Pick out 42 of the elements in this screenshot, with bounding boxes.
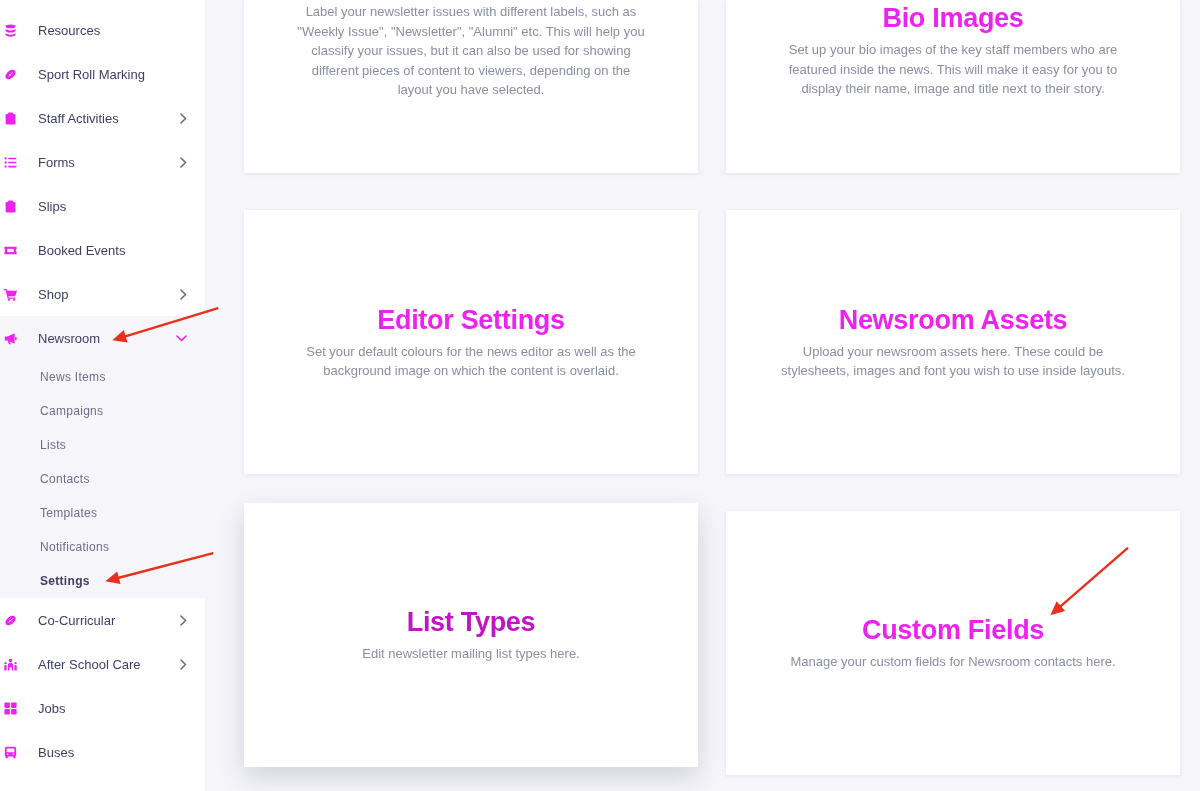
card-description: Label your newsletter issues with different labels, such as "Weekly Issue", "Newsletter", "Alumni" etc. This will help you classify your issues, but it can also be used for showing different pieces of content to viewers, depending on the layout you have selected. bbox=[296, 3, 646, 99]
sidebar-item[interactable]: Booked Events bbox=[0, 228, 205, 272]
card-title: Editor Settings bbox=[377, 303, 565, 336]
sidebar-item[interactable]: Jobs bbox=[0, 686, 205, 730]
submenu-item[interactable]: Templates bbox=[0, 496, 205, 530]
sidebar-item[interactable]: Resources bbox=[0, 8, 205, 52]
football-icon bbox=[4, 67, 17, 81]
submenu-item[interactable]: Settings bbox=[0, 564, 205, 598]
card-description: Set your default colours for the news editor as well as the background image on which the content is overlaid. bbox=[305, 342, 637, 380]
clipboard-icon bbox=[4, 111, 17, 125]
card-description: Manage your custom fields for Newsroom contacts here. bbox=[790, 653, 1116, 672]
sidebar-item[interactable]: Forms bbox=[0, 140, 205, 184]
sidebar-item[interactable]: Co-Curricular bbox=[0, 598, 205, 642]
grid-icon bbox=[4, 701, 17, 715]
list-icon bbox=[4, 155, 17, 169]
sidebar-item[interactable]: Shop bbox=[0, 272, 205, 316]
card-description: Set up your bio images of the key staff members who are featured inside the news. This will make it easy for you to display their name, image and title next to their story. bbox=[787, 41, 1119, 98]
card-description: Edit newsletter mailing list types here. bbox=[362, 645, 580, 664]
sidebar-item[interactable]: After School Care bbox=[0, 642, 205, 686]
card-description: Upload your newsroom assets here. These could be stylesheets, images and font you wish to use inside layouts. bbox=[780, 342, 1126, 380]
submenu-item[interactable]: Lists bbox=[0, 428, 205, 462]
card-title: Bio Images bbox=[882, 2, 1024, 34]
card-title: Newsroom Assets bbox=[838, 303, 1068, 336]
bus-icon bbox=[4, 745, 17, 759]
settings-card[interactable]: List Types Edit newsletter mailing list types here. bbox=[244, 503, 698, 767]
clipboard-icon bbox=[4, 199, 17, 213]
submenu-item[interactable]: Contacts bbox=[0, 462, 205, 496]
sidebar-item[interactable]: Buses bbox=[0, 730, 205, 774]
card-title: List Types bbox=[406, 606, 536, 639]
card-title: Custom Fields bbox=[861, 614, 1045, 647]
megaphone-icon bbox=[4, 331, 17, 345]
sidebar-item[interactable]: Sport Roll Marking bbox=[0, 52, 205, 96]
people-icon bbox=[4, 657, 17, 671]
sidebar-item[interactable]: Slips bbox=[0, 184, 205, 228]
submenu-item[interactable]: Campaigns bbox=[0, 394, 205, 428]
football-icon bbox=[4, 613, 17, 627]
database-icon bbox=[4, 23, 17, 37]
sidebar-item[interactable]: Staff Activities bbox=[0, 96, 205, 140]
sidebar-item[interactable]: Newsroom bbox=[0, 316, 205, 360]
submenu-item[interactable]: News Items bbox=[0, 360, 205, 394]
cart-icon bbox=[4, 287, 17, 301]
submenu-item[interactable]: Notifications bbox=[0, 530, 205, 564]
